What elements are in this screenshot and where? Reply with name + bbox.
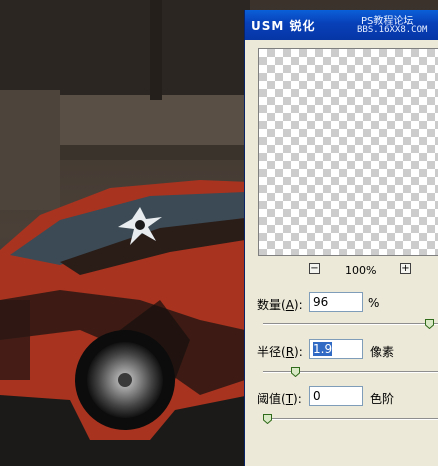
usm-sharpen-dialog: USM 锐化 PS教程论坛 BBS.16XX8.COM − 100% + 数量(…	[244, 10, 438, 466]
amount-unit: %	[368, 296, 380, 310]
amount-label: 数量(A):	[257, 298, 303, 312]
threshold-slider-track[interactable]	[263, 418, 438, 420]
preview-pane[interactable]	[258, 48, 438, 256]
amount-slider-thumb[interactable]	[424, 319, 434, 329]
threshold-input[interactable]: 0	[309, 386, 363, 406]
amount-slider-track[interactable]	[263, 323, 438, 325]
dialog-title: USM 锐化	[251, 19, 316, 33]
watermark-url: BBS.16XX8.COM	[357, 25, 428, 35]
radius-label: 半径(R):	[257, 345, 303, 359]
threshold-unit: 色阶	[370, 392, 395, 406]
radius-input[interactable]: 1.9	[309, 339, 363, 359]
zoom-level: 100%	[345, 264, 377, 277]
dialog-titlebar[interactable]: USM 锐化 PS教程论坛 BBS.16XX8.COM	[245, 10, 438, 40]
radius-slider-track[interactable]	[263, 371, 438, 373]
amount-input[interactable]: 96	[309, 292, 363, 312]
threshold-slider-thumb[interactable]	[263, 414, 272, 424]
threshold-label: 阈值(T):	[257, 392, 302, 406]
radius-slider-thumb[interactable]	[291, 367, 301, 377]
zoom-in-button[interactable]: +	[400, 263, 411, 274]
zoom-out-button[interactable]: −	[309, 263, 320, 274]
radius-unit: 像素	[370, 345, 395, 359]
